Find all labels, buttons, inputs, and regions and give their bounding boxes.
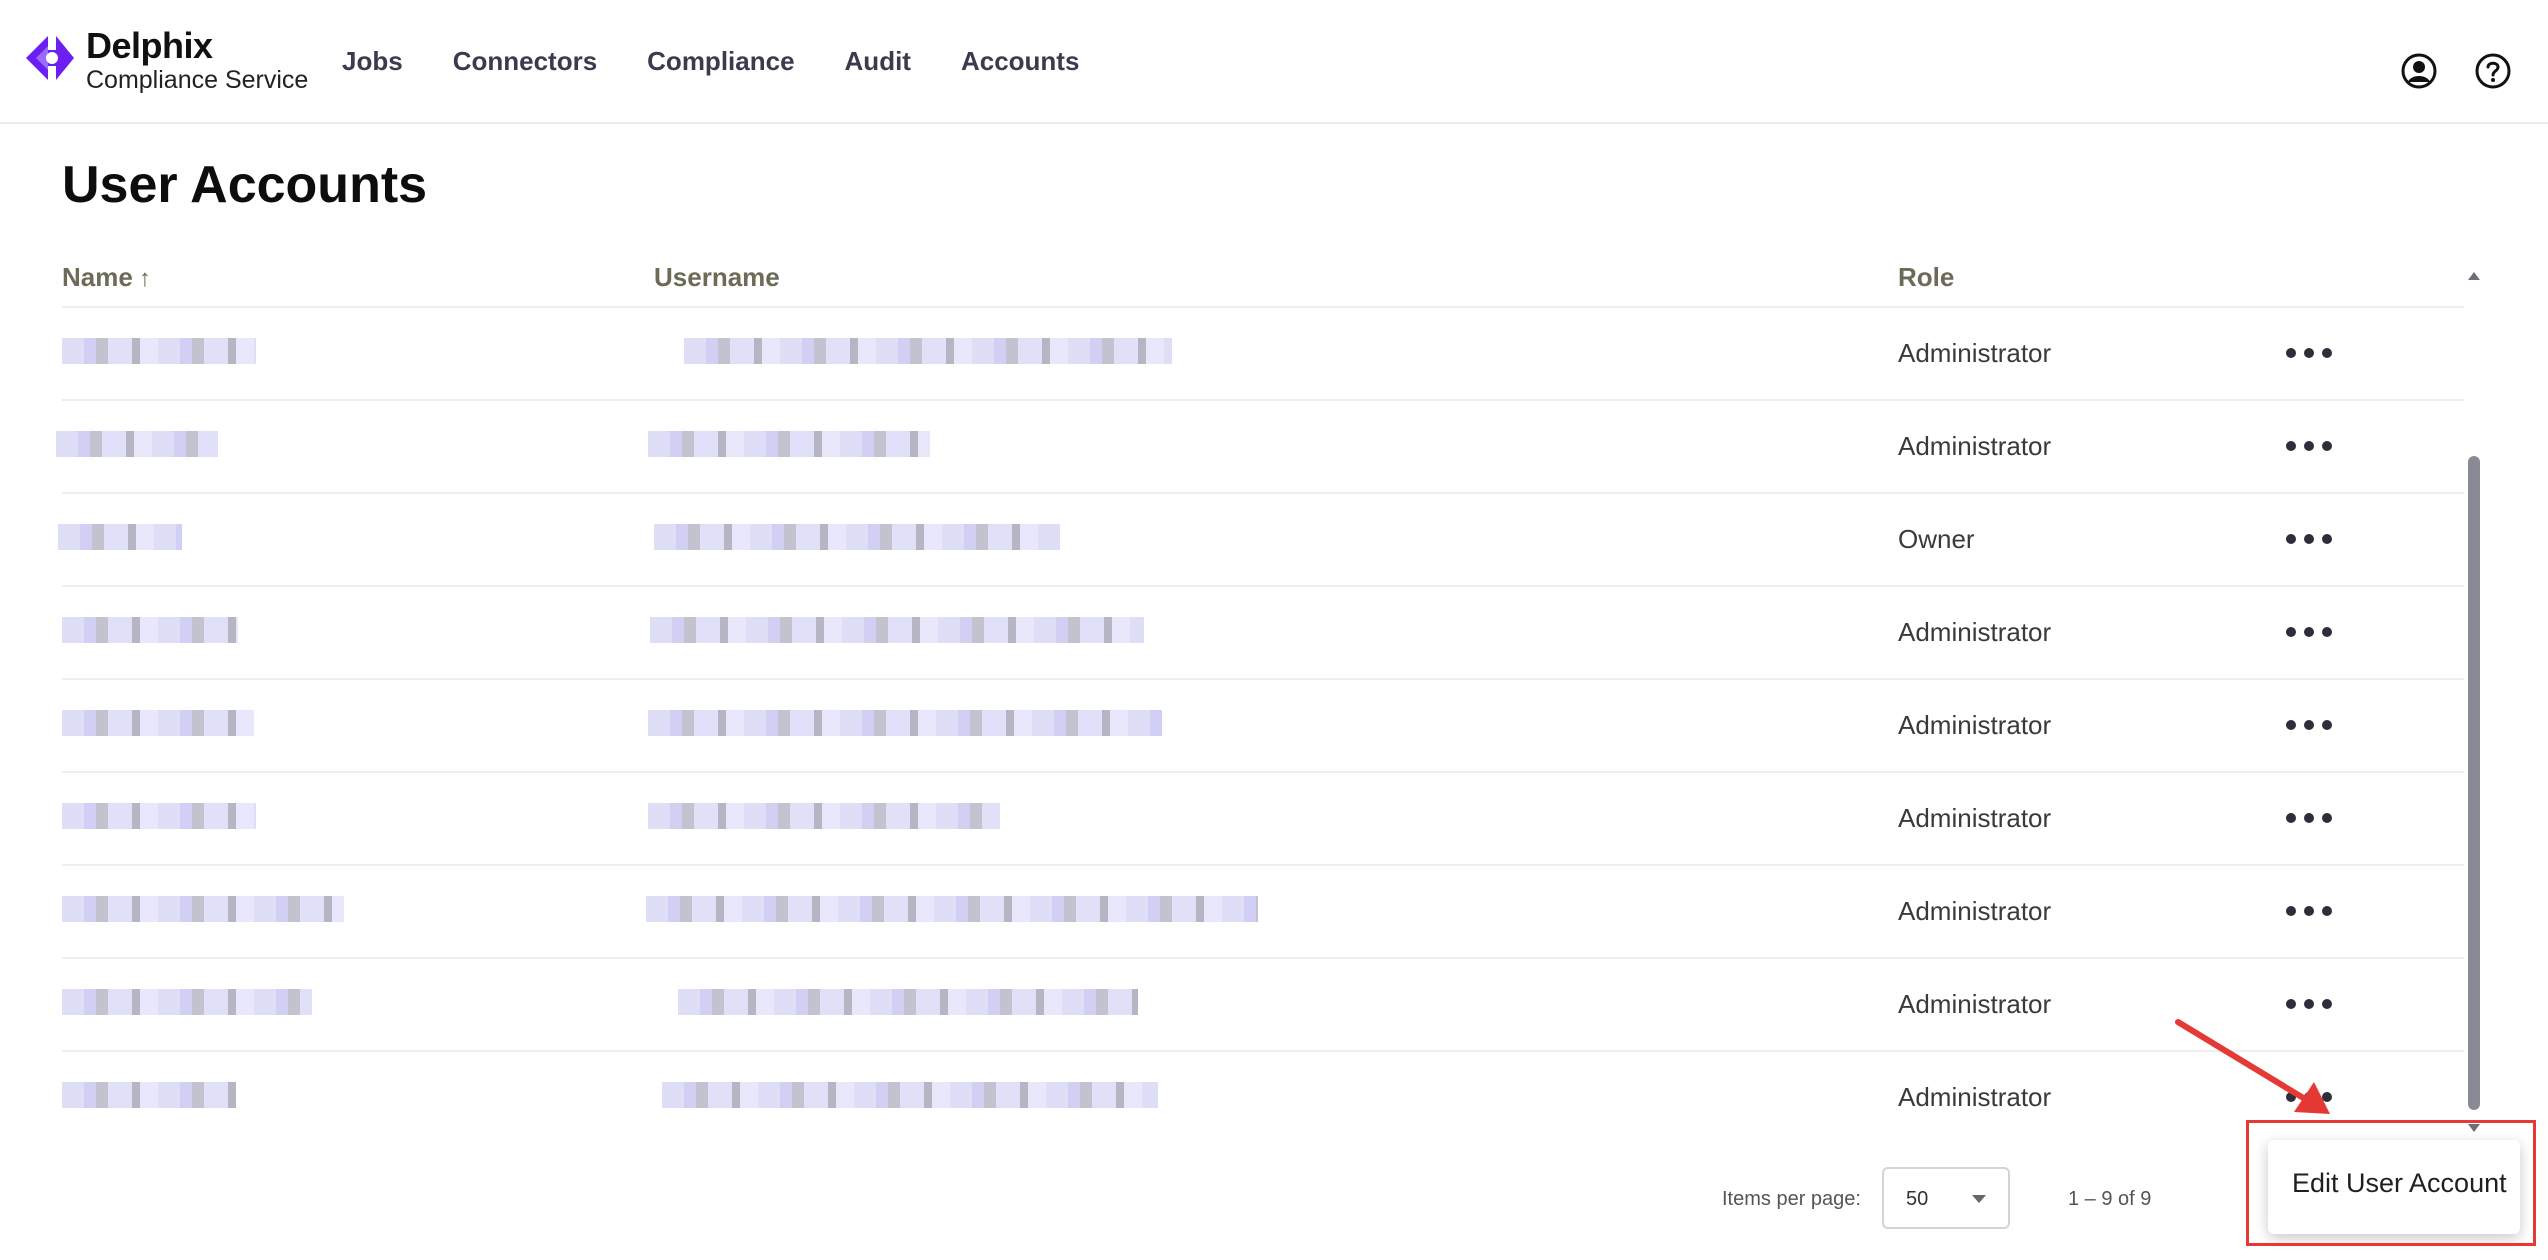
more-dots-icon: [2286, 906, 2296, 916]
column-header-role[interactable]: Role: [1898, 262, 1954, 293]
role-cell: Administrator: [1898, 896, 2052, 926]
redacted-name: [62, 710, 254, 736]
redacted-username: [678, 989, 1138, 1015]
redacted-name: [62, 617, 238, 643]
role-cell: Administrator: [1898, 338, 2052, 368]
redacted-username: [646, 896, 1258, 922]
redacted-username: [654, 524, 1060, 550]
more-dots-icon: [2286, 720, 2296, 730]
column-name-label: Name: [62, 262, 133, 292]
table-row: Administrator: [62, 680, 2464, 773]
table-row: Administrator: [56, 401, 2464, 494]
table-row: Administrator: [62, 959, 2464, 1052]
redacted-name: [62, 338, 256, 364]
main-nav: Jobs Connectors Compliance Audit Account…: [342, 46, 1129, 77]
annotation-highlight-box: [2246, 1120, 2536, 1246]
redacted-name: [62, 1082, 236, 1108]
chevron-down-icon: [1972, 1195, 1986, 1203]
redacted-name: [62, 896, 344, 922]
table-row: Administrator: [62, 866, 2464, 959]
role-cell: Administrator: [1898, 710, 2052, 740]
help-circle-icon[interactable]: [2474, 52, 2512, 90]
table-row: Administrator: [62, 308, 2464, 401]
more-dots-icon: [2286, 348, 2296, 358]
redacted-name: [62, 989, 312, 1015]
brand-title: Delphix: [86, 25, 213, 66]
table-row: Administrator: [62, 773, 2464, 866]
page-size-value: 50: [1906, 1188, 1929, 1210]
role-cell: Administrator: [1898, 989, 2052, 1019]
redacted-username: [662, 1082, 1158, 1108]
redacted-username: [648, 431, 930, 457]
table-header: Name ↑ Username Role: [62, 250, 2464, 308]
column-header-name[interactable]: Name ↑: [62, 262, 151, 293]
role-cell: Owner: [1898, 524, 1975, 554]
redacted-username: [650, 617, 1144, 643]
delphix-logo-icon: [26, 36, 74, 80]
scroll-thumb[interactable]: [2468, 456, 2480, 1110]
table-row: Owner: [58, 494, 2464, 587]
annotation-arrow-icon: [2175, 1019, 2330, 1114]
role-cell: Administrator: [1898, 431, 2052, 461]
more-dots-icon: [2286, 999, 2296, 1009]
row-actions-menu-button[interactable]: [2284, 708, 2334, 742]
row-actions-menu-button[interactable]: [2284, 522, 2334, 556]
items-per-page-label: Items per page:: [1722, 1188, 1861, 1210]
page-size-select[interactable]: 50: [1882, 1167, 2010, 1229]
nav-accounts[interactable]: Accounts: [961, 46, 1079, 77]
nav-audit[interactable]: Audit: [845, 46, 911, 77]
row-actions-menu-button[interactable]: [2284, 336, 2334, 370]
pagination-range: 1 – 9 of 9: [2068, 1188, 2152, 1210]
redacted-username: [648, 803, 1000, 829]
nav-compliance[interactable]: Compliance: [647, 46, 794, 77]
row-actions-menu-button[interactable]: [2284, 429, 2334, 463]
top-header: Delphix Compliance Service Jobs Connecto…: [0, 0, 2548, 124]
page-title: User Accounts: [62, 156, 428, 214]
brand-subtitle: Compliance Service: [86, 66, 309, 94]
delphix-logo[interactable]: Delphix Compliance Service: [22, 28, 308, 93]
scroll-up-arrow-icon[interactable]: [2468, 272, 2480, 280]
row-actions-menu-button[interactable]: [2284, 801, 2334, 835]
more-dots-icon: [2286, 441, 2296, 451]
redacted-name: [62, 803, 256, 829]
redacted-username: [648, 710, 1162, 736]
table-row: Administrator: [62, 587, 2464, 680]
role-cell: Administrator: [1898, 617, 2052, 647]
sort-ascending-icon: ↑: [138, 265, 151, 292]
user-circle-icon[interactable]: [2400, 52, 2438, 90]
redacted-name: [56, 431, 218, 457]
more-dots-icon: [2286, 534, 2296, 544]
nav-connectors[interactable]: Connectors: [453, 46, 597, 77]
role-cell: Administrator: [1898, 803, 2052, 833]
redacted-username: [684, 338, 1172, 364]
table-scrollbar[interactable]: [2466, 268, 2482, 1134]
nav-jobs[interactable]: Jobs: [342, 46, 403, 77]
more-dots-icon: [2286, 627, 2296, 637]
user-accounts-table: Name ↑ Username Role Administrator Admini…: [56, 250, 2464, 1143]
row-actions-menu-button[interactable]: [2284, 894, 2334, 928]
row-actions-menu-button[interactable]: [2284, 615, 2334, 649]
column-header-username[interactable]: Username: [654, 262, 780, 293]
more-dots-icon: [2286, 813, 2296, 823]
role-cell: Administrator: [1898, 1082, 2052, 1112]
redacted-name: [58, 524, 182, 550]
table-row: Administrator: [62, 1052, 2464, 1143]
